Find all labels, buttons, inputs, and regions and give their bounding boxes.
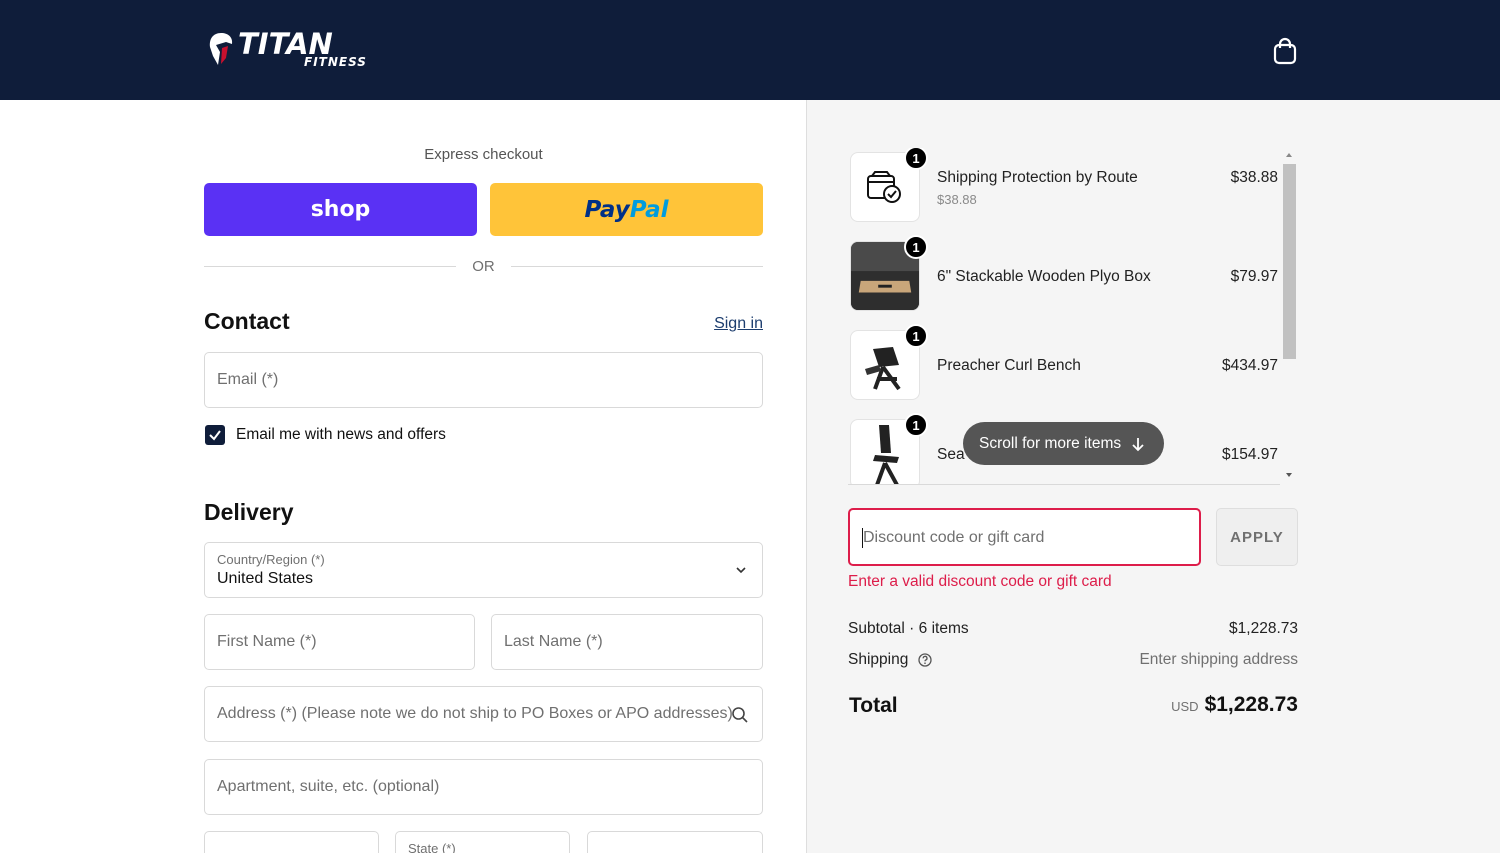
- scroll-hint-label: Scroll for more items: [979, 434, 1122, 452]
- delivery-heading: Delivery: [204, 499, 294, 525]
- shopping-bag-icon[interactable]: [1272, 37, 1298, 65]
- quantity-badge: 1: [904, 235, 928, 259]
- last-name-field[interactable]: Last Name (*): [491, 614, 763, 670]
- zip-field[interactable]: [587, 831, 763, 853]
- items-divider: [848, 484, 1280, 485]
- email-field[interactable]: Email (*): [204, 352, 763, 408]
- city-field[interactable]: [204, 831, 379, 853]
- quantity-badge: 1: [904, 413, 928, 437]
- item-price: $38.88: [1230, 169, 1278, 186]
- sign-in-link[interactable]: Sign in: [690, 315, 763, 333]
- titan-fitness-logo[interactable]: TITAN FITNESS: [208, 28, 388, 70]
- paypal-label-pay: Pay: [584, 196, 630, 223]
- item-price: $434.97: [1221, 357, 1278, 374]
- apartment-placeholder: Apartment, suite, etc. (optional): [217, 778, 440, 795]
- email-placeholder: Email (*): [217, 371, 279, 388]
- state-label: State (*): [408, 841, 456, 853]
- address-field[interactable]: Address (*) (Please note we do not ship …: [204, 686, 763, 742]
- address-placeholder: Address (*) (Please note we do not ship …: [217, 705, 733, 722]
- cart-item: 1 Shipping Protection by Route $38.88 $3…: [848, 148, 1280, 228]
- contact-heading: Contact: [204, 308, 290, 334]
- discount-error-message: Enter a valid discount code or gift card: [848, 573, 1112, 590]
- scrollbar-thumb[interactable]: [1283, 164, 1296, 359]
- item-name: Shipping Protection by Route: [937, 169, 1138, 186]
- or-line-right: [511, 266, 763, 267]
- currency-code: USD: [1171, 699, 1199, 714]
- first-name-placeholder: First Name (*): [217, 633, 317, 650]
- quantity-badge: 1: [904, 324, 928, 348]
- country-select[interactable]: Country/Region (*) United States: [204, 542, 763, 598]
- country-value: United States: [217, 570, 314, 587]
- cart-item: 1 Preacher Curl Bench $434.97: [848, 324, 1280, 406]
- shipping-row: Shipping: [848, 651, 933, 669]
- last-name-placeholder: Last Name (*): [504, 633, 603, 650]
- items-scrollbar[interactable]: [1282, 150, 1296, 480]
- cart-item: 1 6" Stackable Wooden Plyo Box $79.97: [848, 235, 1280, 317]
- chevron-down-icon: [736, 567, 746, 574]
- paypal-button[interactable]: Pay Pal: [490, 183, 763, 236]
- quantity-badge: 1: [904, 148, 928, 170]
- paypal-label-pal: Pal: [629, 196, 669, 223]
- item-price: $79.97: [1230, 268, 1278, 285]
- express-checkout-label: Express checkout: [424, 146, 543, 163]
- brand-subtitle: FITNESS: [304, 55, 367, 69]
- scroll-up-arrow-icon[interactable]: [1282, 150, 1296, 160]
- or-divider: OR: [204, 258, 763, 276]
- scroll-down-arrow-icon[interactable]: [1282, 470, 1296, 480]
- country-label: Country/Region (*): [217, 552, 325, 567]
- item-unit-price: $38.88: [937, 192, 977, 207]
- state-select[interactable]: State (*): [395, 831, 570, 853]
- search-icon: [732, 707, 748, 723]
- item-name: Preacher Curl Bench: [937, 357, 1081, 374]
- subtotal-label: Subtotal · 6 items: [848, 620, 969, 637]
- subtotal-value: $1,228.73: [1229, 620, 1298, 637]
- item-name: Sea: [937, 446, 965, 463]
- checkmark-icon: [209, 430, 221, 441]
- shipping-value: Enter shipping address: [1139, 651, 1298, 668]
- help-circle-icon[interactable]: [917, 652, 933, 668]
- apartment-field[interactable]: Apartment, suite, etc. (optional): [204, 759, 763, 815]
- scroll-for-more-button[interactable]: Scroll for more items: [963, 422, 1164, 465]
- discount-code-input[interactable]: Discount code or gift card: [848, 508, 1201, 566]
- discount-placeholder: Discount code or gift card: [863, 529, 1045, 546]
- total-label: Total: [849, 694, 898, 717]
- arrow-down-icon: [1132, 437, 1144, 451]
- site-header: TITAN FITNESS: [0, 0, 1500, 100]
- helmet-icon: [209, 33, 233, 65]
- newsletter-label: Email me with news and offers: [236, 426, 446, 443]
- apply-discount-button[interactable]: APPLY: [1216, 508, 1298, 566]
- apply-label: APPLY: [1230, 528, 1284, 546]
- shop-pay-button[interactable]: shop: [204, 183, 477, 236]
- item-name: 6" Stackable Wooden Plyo Box: [937, 268, 1151, 285]
- first-name-field[interactable]: First Name (*): [204, 614, 475, 670]
- total-value: $1,228.73: [1204, 693, 1298, 716]
- item-price: $154.97: [1221, 446, 1278, 463]
- newsletter-checkbox[interactable]: [205, 425, 225, 445]
- shop-pay-label: shop: [310, 197, 371, 222]
- total-amount: USD $1,228.73: [1171, 693, 1298, 717]
- shipping-label: Shipping: [848, 651, 909, 668]
